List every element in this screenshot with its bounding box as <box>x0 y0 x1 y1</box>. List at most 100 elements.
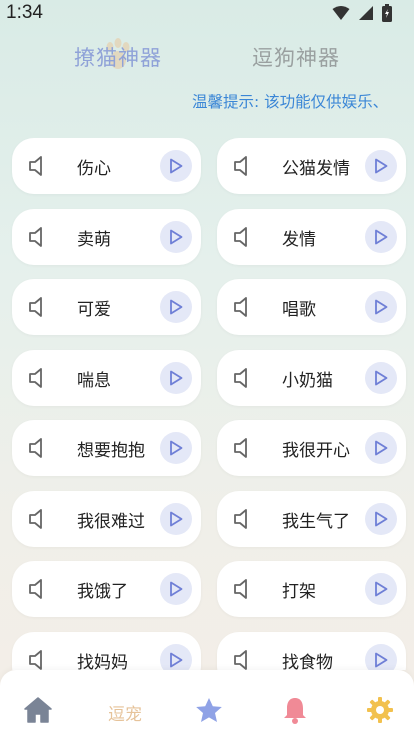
play-button[interactable] <box>160 220 192 253</box>
play-icon <box>170 440 183 456</box>
play-button[interactable] <box>365 220 397 253</box>
play-button[interactable] <box>160 573 192 605</box>
category-tabs: 撩猫神器 逗狗神器 <box>0 38 414 78</box>
play-button[interactable] <box>365 432 397 464</box>
play-button[interactable] <box>365 150 397 182</box>
status-time: 1:34 <box>6 2 43 23</box>
speaker-icon <box>29 156 42 176</box>
sound-card[interactable]: 想要抱抱 <box>12 420 201 476</box>
play-icon <box>375 299 388 315</box>
speaker-icon <box>234 367 247 388</box>
sound-card[interactable]: 喘息 <box>12 349 201 406</box>
play-button[interactable] <box>160 643 192 670</box>
gear-icon <box>367 697 393 723</box>
play-icon <box>375 581 388 597</box>
speaker-icon <box>234 226 247 247</box>
nav-notifications[interactable] <box>280 696 310 724</box>
tab-dog-tools[interactable]: 逗狗神器 <box>252 42 340 72</box>
sound-label: 找食物 <box>282 652 333 671</box>
sound-card[interactable]: 我饿了 <box>12 561 201 617</box>
sound-label: 伤心 <box>77 159 111 179</box>
battery-icon <box>382 4 392 22</box>
play-button[interactable] <box>160 361 192 394</box>
sound-label: 可爱 <box>77 300 111 320</box>
play-icon <box>170 511 183 526</box>
play-icon <box>375 511 388 526</box>
sound-card[interactable]: 小奶猫 <box>217 349 406 406</box>
play-icon <box>375 158 388 174</box>
sound-label: 公猫发情 <box>282 159 350 179</box>
speaker-icon <box>29 297 42 317</box>
nav-home[interactable] <box>23 696 53 724</box>
star-icon <box>196 698 222 722</box>
play-icon <box>170 370 183 385</box>
sound-card[interactable]: 找妈妈 <box>12 631 201 671</box>
play-button[interactable] <box>365 502 397 535</box>
speaker-icon <box>234 297 247 317</box>
sound-label: 我很难过 <box>77 511 145 532</box>
sound-label: 想要抱抱 <box>77 441 145 461</box>
tab-cat-tools[interactable]: 撩猫神器 <box>74 42 162 72</box>
sound-card[interactable]: 我很开心 <box>217 420 406 476</box>
sound-label: 打架 <box>282 582 316 602</box>
sound-card[interactable]: 唱歌 <box>217 279 406 335</box>
play-button[interactable] <box>160 432 192 464</box>
play-icon <box>170 581 183 597</box>
sound-card[interactable]: 可爱 <box>12 279 201 335</box>
speaker-icon <box>29 649 42 670</box>
sound-label: 发情 <box>282 229 316 250</box>
nav-pets[interactable]: 逗宠 <box>108 700 142 725</box>
sound-label: 唱歌 <box>282 300 316 320</box>
speaker-icon <box>234 156 247 176</box>
signal-icon <box>359 6 373 20</box>
bell-icon <box>284 698 306 724</box>
play-icon <box>170 652 183 667</box>
sound-card[interactable]: 打架 <box>217 561 406 617</box>
sound-card[interactable]: 找食物 <box>217 631 406 671</box>
play-button[interactable] <box>160 291 192 323</box>
play-icon <box>375 652 388 667</box>
nav-favorites[interactable] <box>194 696 224 724</box>
speaker-icon <box>29 438 42 458</box>
speaker-icon <box>234 579 247 599</box>
sound-label: 喘息 <box>77 370 111 391</box>
speaker-icon <box>29 367 42 388</box>
play-icon <box>170 158 183 174</box>
notice-text: 温馨提示: 该功能仅供娱乐、 <box>192 93 389 111</box>
sound-label: 我很开心 <box>282 441 350 461</box>
sound-label: 卖萌 <box>77 229 111 250</box>
sound-label: 我生气了 <box>282 511 350 532</box>
play-icon <box>375 229 388 244</box>
play-button[interactable] <box>160 150 192 182</box>
play-button[interactable] <box>365 643 397 670</box>
home-icon <box>24 697 52 723</box>
sound-list: 伤心 公猫发情卖萌 发情可爱 唱歌喘息 小奶猫想要抱抱 我很开心我很难过 我生气了我饿了 打架… <box>0 138 414 670</box>
wifi-icon <box>332 6 350 20</box>
status-bar: 1:34 <box>0 0 414 28</box>
speaker-icon <box>29 226 42 247</box>
sound-card[interactable]: 伤心 <box>12 138 201 194</box>
sound-card[interactable]: 我很难过 <box>12 490 201 547</box>
sound-card[interactable]: 我生气了 <box>217 490 406 547</box>
play-icon <box>375 440 388 456</box>
speaker-icon <box>234 508 247 529</box>
sound-card[interactable]: 发情 <box>217 208 406 265</box>
sound-label: 我饿了 <box>77 582 128 602</box>
play-icon <box>375 370 388 385</box>
speaker-icon <box>29 508 42 529</box>
sound-card[interactable]: 公猫发情 <box>217 138 406 194</box>
speaker-icon <box>29 579 42 599</box>
play-button[interactable] <box>365 361 397 394</box>
sound-card[interactable]: 卖萌 <box>12 208 201 265</box>
play-button[interactable] <box>365 573 397 605</box>
speaker-icon <box>234 649 247 670</box>
speaker-icon <box>234 438 247 458</box>
sound-label: 找妈妈 <box>77 652 128 671</box>
bottom-nav: 逗宠 <box>0 670 414 750</box>
status-icons <box>332 4 392 22</box>
nav-settings[interactable] <box>365 696 395 724</box>
play-button[interactable] <box>160 502 192 535</box>
play-icon <box>170 299 183 315</box>
sound-label: 小奶猫 <box>282 370 333 391</box>
play-button[interactable] <box>365 291 397 323</box>
